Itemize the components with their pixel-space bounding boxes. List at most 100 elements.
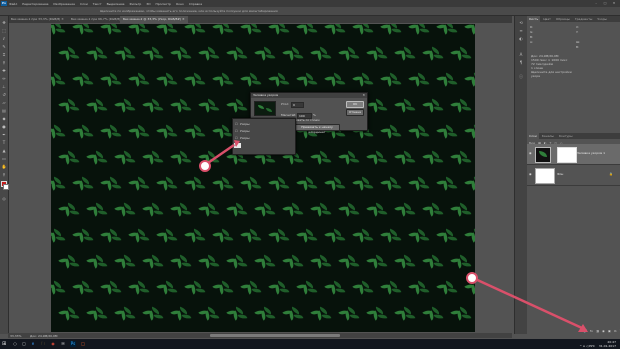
background-color-swatch[interactable] [3,184,9,190]
info-panel-icon[interactable]: ⓘ [518,74,524,80]
zoom-level[interactable]: 33,33% [10,334,21,338]
tab-document-3[interactable]: Без имени-2 @ 33,3% (Узор, RGB/8#) ✕ [120,16,188,23]
snap-to-origin-button[interactable]: Привязать к началу координат [294,124,340,134]
tray-icons[interactable]: ^ ⌂ ◁ РУС [580,344,595,348]
file-explorer-icon[interactable]: 🗀 [40,341,46,347]
gradient-tool-icon[interactable]: ▤ [1,108,7,114]
crop-tool-icon[interactable]: ⌗ [1,52,7,58]
properties-panel-icon[interactable]: ≡ [518,28,524,34]
visibility-eye-icon[interactable]: ◉ [529,172,533,176]
leaf [125,313,136,320]
angle-input[interactable]: 0 [291,102,304,108]
leaf-cluster [114,254,136,269]
menu-file[interactable]: Файл [9,2,17,6]
ok-button[interactable]: OK [346,101,364,108]
tab-paths[interactable]: Контуры [557,133,575,139]
marquee-tool-icon[interactable]: ⬚ [1,28,7,34]
maximize-button[interactable]: □ [601,1,609,5]
opera-icon[interactable]: ◉ [50,341,56,347]
preset-group-item[interactable]: ☐ Узоры [235,129,285,134]
leaf [125,53,136,60]
tab-brush[interactable]: Кисть [527,16,541,22]
eyedropper-tool-icon[interactable]: ⚲ [1,60,7,66]
menu-image[interactable]: Изображение [53,2,75,6]
menu-edit[interactable]: Редактирование [22,2,48,6]
layer-style-icon[interactable]: fx [589,329,594,334]
layer-mask-thumbnail[interactable] [557,147,577,163]
menu-window[interactable]: Окно [176,2,184,6]
photoshop-taskbar-icon[interactable]: Ps [70,341,76,347]
path-select-tool-icon[interactable]: ▲ [1,148,7,154]
leaf [461,53,472,60]
adjustments-panel-icon[interactable]: ◐ [518,36,524,42]
start-button-icon[interactable]: ⊞ [2,341,8,347]
tab-color[interactable]: Цвет [541,16,553,22]
menu-type[interactable]: Текст [93,2,102,6]
quick-mask-icon[interactable]: ◎ [1,196,7,202]
info-readout: R: X: G: Y: B: A: Ш: В: [530,25,618,50]
healing-tool-icon[interactable]: ✚ [1,68,7,74]
leaf [181,209,192,216]
task-view-icon[interactable]: ▢ [21,341,27,347]
horizontal-scrollbar[interactable] [210,334,340,337]
tab-channels[interactable]: Каналы [540,133,556,139]
tab-patterns[interactable]: Узоры [595,16,609,22]
edge-browser-icon[interactable]: e [30,341,36,347]
leaf-cluster [450,98,472,113]
leaf-cluster [51,24,66,35]
eraser-tool-icon[interactable]: ▱ [1,100,7,106]
clock[interactable]: 20:47 31.01.2017 [599,340,616,348]
menu-select[interactable]: Выделение [107,2,125,6]
tab-swatches[interactable]: Образцы [554,16,572,22]
menu-3d[interactable]: 3D [146,2,150,6]
menu-layers[interactable]: Слои [80,2,88,6]
dodge-tool-icon[interactable]: ● [1,124,7,130]
close-window-button[interactable]: ✕ [610,1,618,5]
mail-icon[interactable]: ✉ [60,341,66,347]
paragraph-panel-icon[interactable]: ¶ [518,60,524,66]
firefox-icon[interactable]: ◯ [80,341,86,347]
stamp-tool-icon[interactable]: ⊥ [1,84,7,90]
preset-group-item[interactable]: ☐ Узоры [235,122,285,127]
layer-row-background[interactable]: ◉ Фон 🔒 [527,165,620,186]
document-canvas[interactable] [51,24,475,332]
menu-help[interactable]: Справка [189,2,202,6]
tab-document-2[interactable]: Без имени-1 при 66,7% (RGB/8) ✕ [68,16,127,23]
type-tool-icon[interactable]: T [1,140,7,146]
quick-select-tool-icon[interactable]: ✎ [1,44,7,50]
tab-document-1[interactable]: Без имени-1 при 33,3% (RGB/8) ✕ [8,16,67,23]
leaf-cluster [114,150,136,165]
tab-gradients[interactable]: Градиенты [573,16,595,22]
move-tool-icon[interactable]: ✥ [1,20,7,26]
brush-tool-icon[interactable]: ✏ [1,76,7,82]
new-layer-icon[interactable]: ⧉ [613,329,618,334]
leaf-cluster [366,98,388,113]
search-icon[interactable]: ○ [12,341,18,347]
tab-layers[interactable]: Слои [527,133,539,139]
history-brush-tool-icon[interactable]: ↺ [1,92,7,98]
menu-view[interactable]: Просмотр [155,2,170,6]
visibility-eye-icon[interactable]: ◉ [529,151,533,155]
selected-pattern-swatch[interactable]: ▫ [234,143,241,148]
dialog-close-icon[interactable]: ✕ [362,93,365,98]
menu-filter[interactable]: Фильтр [129,2,141,6]
lasso-tool-icon[interactable]: ℓ [1,36,7,42]
minimize-button[interactable]: – [592,1,600,5]
adjustment-layer-icon[interactable]: ◉ [601,329,606,334]
cancel-button[interactable]: Отмена [346,109,364,116]
character-panel-icon[interactable]: A [518,52,524,58]
leaf [83,287,94,294]
link-layers-icon[interactable]: 🔗 [583,329,588,334]
layer-row-pattern-fill[interactable]: ◉ Заливка узором 1 [527,144,620,165]
leaf [167,287,178,294]
pattern-preview-picker[interactable] [254,101,276,116]
new-group-icon[interactable]: ▣ [607,329,612,334]
history-panel-icon[interactable]: ⟲ [518,20,524,26]
preset-group-item[interactable]: ☐ Узоры [235,136,285,141]
shape-tool-icon[interactable]: ▭ [1,156,7,162]
zoom-tool-icon[interactable]: ⚲ [1,172,7,178]
blur-tool-icon[interactable]: ◆ [1,116,7,122]
add-mask-icon[interactable]: ◨ [595,329,600,334]
pen-tool-icon[interactable]: ✒ [1,132,7,138]
hand-tool-icon[interactable]: ✋ [1,164,7,170]
